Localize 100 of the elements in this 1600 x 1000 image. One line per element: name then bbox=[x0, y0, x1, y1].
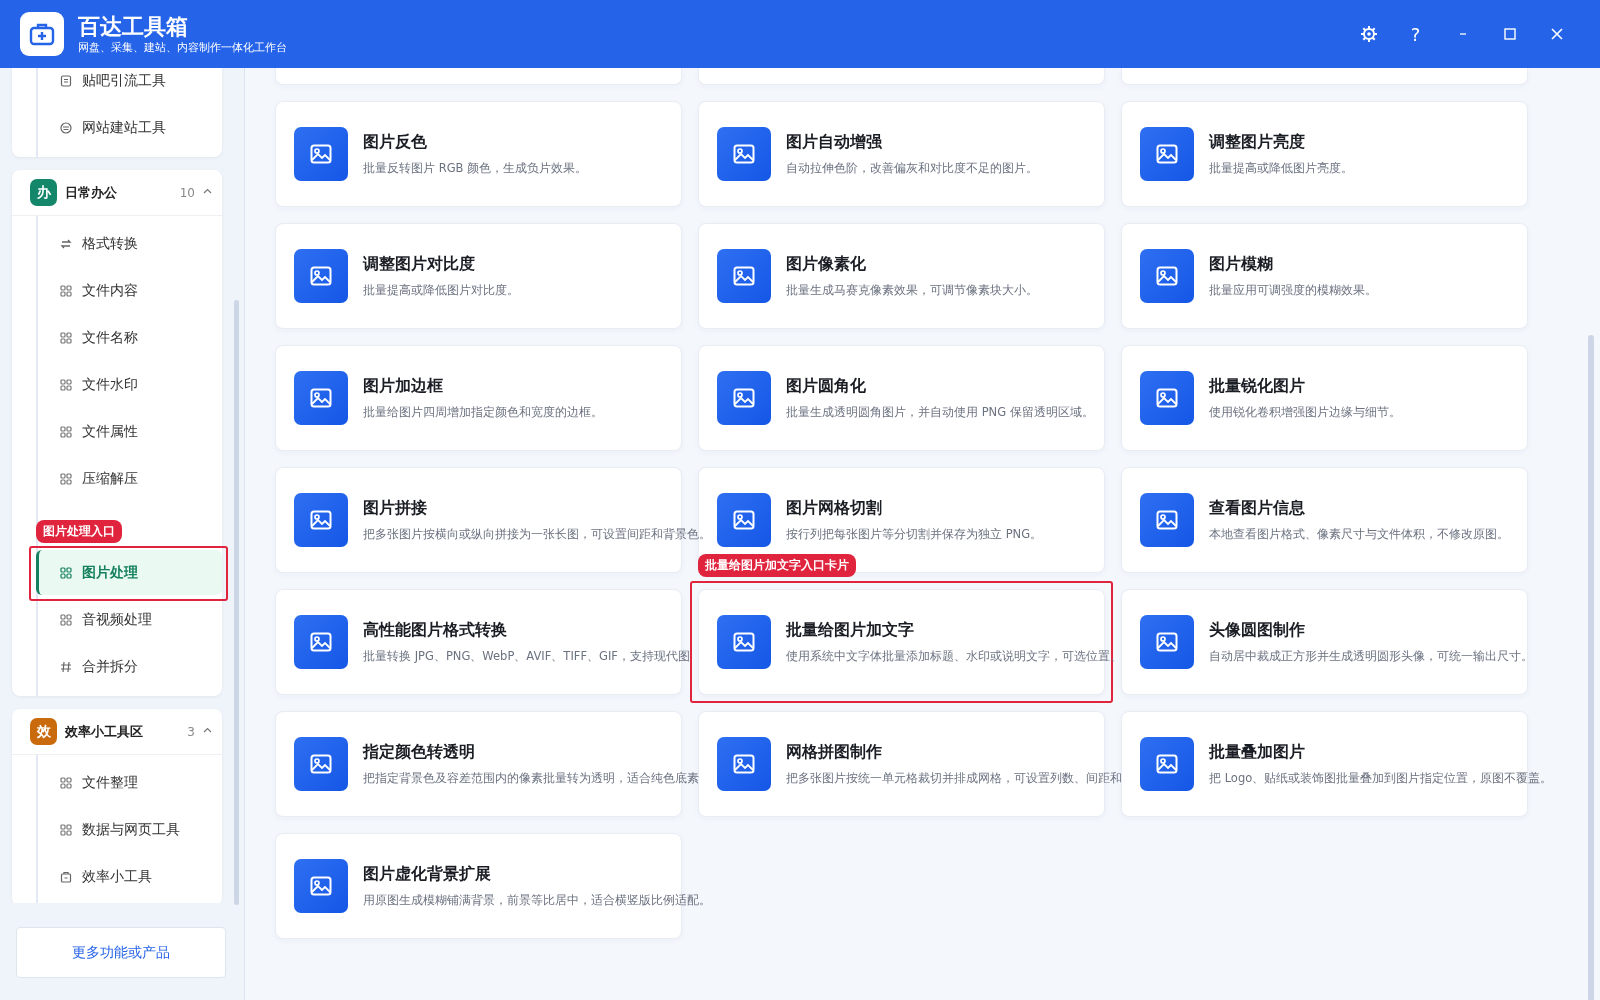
tool-title: 调整图片对比度 bbox=[363, 254, 476, 275]
tool-description: 自动居中裁成正方形并生成透明圆形头像，可统一输出尺寸。 bbox=[1209, 649, 1533, 664]
close-icon bbox=[1550, 28, 1563, 40]
tool-title: 图片网格切割 bbox=[786, 498, 883, 519]
tool-title: 批量叠加图片 bbox=[1209, 742, 1306, 763]
app-title: 百达工具箱 bbox=[78, 13, 189, 41]
box-icon bbox=[60, 870, 72, 883]
sidebar-item[interactable]: 文件水印 bbox=[38, 361, 222, 408]
tool-card[interactable] bbox=[698, 345, 1105, 451]
tool-title: 图片像素化 bbox=[786, 254, 867, 275]
image-icon bbox=[717, 615, 771, 669]
image-icon bbox=[1140, 371, 1194, 425]
sidebar-item[interactable]: 文件属性 bbox=[38, 408, 222, 455]
tool-description: 批量提高或降低图片对比度。 bbox=[363, 283, 519, 298]
scrollbar[interactable] bbox=[1588, 335, 1594, 1000]
grid-icon bbox=[60, 284, 72, 297]
tool-description: 批量应用可调强度的模糊效果。 bbox=[1209, 283, 1377, 298]
scrollbar[interactable] bbox=[234, 300, 239, 905]
annotation-tag: 图片处理入口 bbox=[36, 520, 122, 543]
globe-icon bbox=[60, 121, 72, 134]
tool-card[interactable] bbox=[1121, 345, 1528, 451]
sidebar-item[interactable]: 格式转换 bbox=[38, 220, 222, 267]
grid-icon bbox=[60, 331, 72, 344]
annotation-tag: 批量给图片加文字入口卡片 bbox=[698, 554, 856, 577]
sidebar-item[interactable]: 文件名称 bbox=[38, 314, 222, 361]
grid-icon bbox=[60, 776, 72, 789]
tool-title: 图片自动增强 bbox=[786, 132, 883, 153]
tool-title: 图片虚化背景扩展 bbox=[363, 864, 492, 885]
image-icon bbox=[1140, 493, 1194, 547]
grid-icon bbox=[60, 378, 72, 391]
image-icon bbox=[717, 249, 771, 303]
tool-card[interactable] bbox=[275, 223, 682, 329]
tool-card[interactable] bbox=[1121, 589, 1528, 695]
tool-description: 自动拉伸色阶，改善偏灰和对比度不足的图片。 bbox=[786, 161, 1038, 176]
tool-card[interactable] bbox=[275, 101, 682, 207]
tool-description: 批量转换 JPG、PNG、WebP、AVIF、TIFF、GIF，支持现代图 bbox=[363, 649, 690, 664]
image-icon bbox=[1140, 249, 1194, 303]
tool-card[interactable] bbox=[1121, 223, 1528, 329]
image-icon bbox=[717, 737, 771, 791]
tool-card[interactable] bbox=[698, 101, 1105, 207]
tool-description: 把多张图片按横向或纵向拼接为一张长图，可设置间距和背景色。 bbox=[363, 527, 711, 542]
group-header[interactable]: 效 效率小工具区 3 bbox=[12, 709, 222, 755]
group-title: 日常办公 bbox=[65, 183, 117, 202]
tool-title: 批量给图片加文字 bbox=[786, 620, 915, 641]
tool-title: 指定颜色转透明 bbox=[363, 742, 476, 763]
image-icon bbox=[294, 493, 348, 547]
grid-icon bbox=[60, 425, 72, 438]
grid-icon bbox=[60, 566, 72, 579]
sidebar-item[interactable]: 网站建站工具 bbox=[38, 104, 222, 151]
tool-description: 把指定背景色及容差范围内的像素批量转为透明，适合纯色底素 bbox=[363, 771, 699, 786]
sidebar-item[interactable]: 文件内容 bbox=[38, 267, 222, 314]
toolbox-icon bbox=[20, 12, 64, 56]
sidebar-item[interactable]: 文件整理 bbox=[38, 759, 222, 806]
more-products-button[interactable]: 更多功能或产品 bbox=[16, 927, 226, 978]
image-icon bbox=[717, 371, 771, 425]
image-icon bbox=[717, 493, 771, 547]
tool-description: 把 Logo、贴纸或装饰图批量叠加到图片指定位置，原图不覆盖。 bbox=[1209, 771, 1553, 786]
tool-description: 用原图生成模糊铺满背景，前景等比居中，适合横竖版比例适配。 bbox=[363, 893, 711, 908]
settings-icon bbox=[1359, 25, 1378, 43]
tool-description: 本地查看图片格式、像素尺寸与文件体积，不修改原图。 bbox=[1209, 527, 1509, 542]
tool-title: 图片反色 bbox=[363, 132, 428, 153]
sidebar-item[interactable]: 贴吧引流工具 bbox=[38, 68, 222, 104]
group-title: 效率小工具区 bbox=[65, 722, 143, 741]
document-icon bbox=[60, 74, 72, 87]
sidebar-item[interactable]: 音视频处理 bbox=[38, 596, 222, 643]
tool-card[interactable] bbox=[1121, 101, 1528, 207]
tool-card[interactable] bbox=[275, 345, 682, 451]
tool-card[interactable] bbox=[698, 223, 1105, 329]
grid-icon bbox=[60, 472, 72, 485]
tool-description: 批量生成透明圆角图片，并自动使用 PNG 保留透明区域。 bbox=[786, 405, 1094, 420]
sidebar-item[interactable]: 压缩解压 bbox=[38, 455, 222, 502]
image-icon bbox=[294, 615, 348, 669]
image-icon bbox=[294, 737, 348, 791]
help-button[interactable]: ? bbox=[1392, 14, 1439, 54]
image-icon bbox=[294, 127, 348, 181]
group-header[interactable]: 办 日常办公 10 bbox=[12, 170, 222, 216]
image-icon bbox=[1140, 737, 1194, 791]
tool-title: 批量锐化图片 bbox=[1209, 376, 1306, 397]
group-count: 3 bbox=[187, 724, 195, 739]
app-subtitle: 网盘、采集、建站、内容制作一体化工作台 bbox=[78, 41, 287, 55]
tool-title: 图片加边框 bbox=[363, 376, 444, 397]
sidebar-item[interactable]: 图片处理 bbox=[36, 550, 222, 595]
tool-description: 使用系统中文字体批量添加标题、水印或说明文字，可选位置、 bbox=[786, 649, 1122, 664]
sidebar-item[interactable]: 合并拆分 bbox=[38, 643, 222, 690]
tool-title: 图片模糊 bbox=[1209, 254, 1274, 275]
sidebar-item[interactable]: 数据与网页工具 bbox=[38, 806, 222, 853]
tool-description: 批量给图片四周增加指定颜色和宽度的边框。 bbox=[363, 405, 603, 420]
tool-description: 批量生成马赛克像素效果，可调节像素块大小。 bbox=[786, 283, 1038, 298]
maximize-icon bbox=[1503, 28, 1516, 40]
tool-description: 按行列把每张图片等分切割并保存为独立 PNG。 bbox=[786, 527, 1043, 542]
tool-title: 头像圆图制作 bbox=[1209, 620, 1306, 641]
tool-title: 调整图片亮度 bbox=[1209, 132, 1306, 153]
tool-title: 图片拼接 bbox=[363, 498, 428, 519]
swap-icon bbox=[60, 237, 72, 250]
hash-icon bbox=[60, 660, 72, 673]
tool-card[interactable] bbox=[1121, 467, 1528, 573]
image-icon bbox=[294, 249, 348, 303]
group-badge: 效 bbox=[30, 718, 57, 745]
sidebar-item[interactable]: 效率小工具 bbox=[38, 853, 222, 900]
tool-card[interactable] bbox=[1121, 711, 1528, 817]
